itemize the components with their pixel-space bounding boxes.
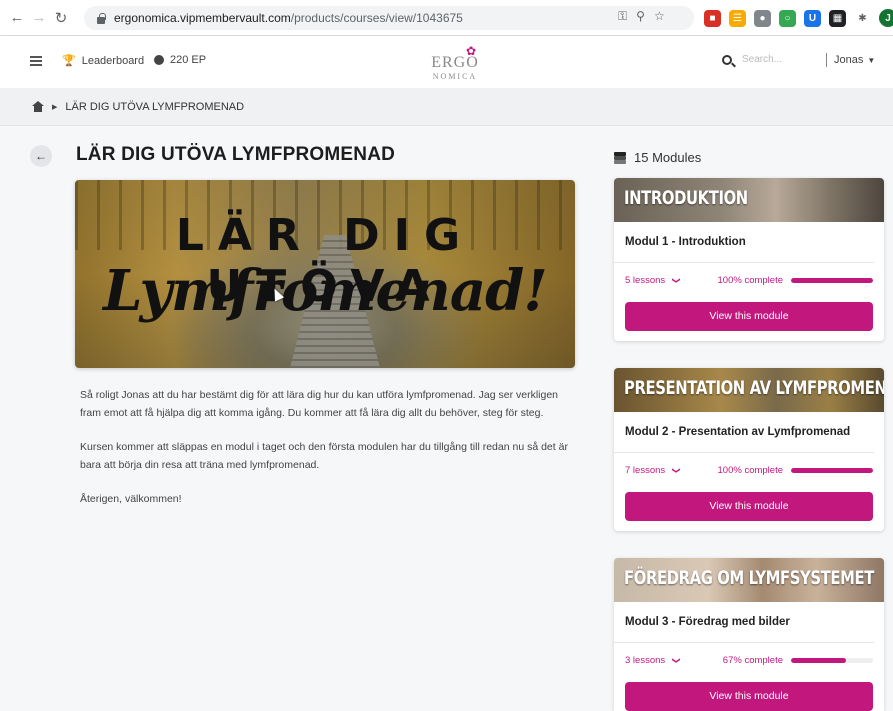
module-banner-image: PRESENTATION AV LYMFPROMENAD — [614, 368, 884, 412]
chevron-down-icon: ❯ — [671, 277, 681, 284]
extension-green-icon[interactable]: ○ — [779, 9, 796, 27]
view-module-button[interactable]: View this module — [625, 682, 873, 711]
module-banner-text: FÖREDRAG OM LYMFSYSTEMET — [624, 567, 874, 589]
lessons-count: 3 lessons — [625, 655, 666, 666]
module-meta: 3 lessons ❯ 67% complete — [614, 643, 884, 666]
user-menu[interactable]: Jonas ▼ — [834, 54, 875, 66]
chevron-down-icon: ❯ — [671, 657, 681, 664]
extension-bulb-icon[interactable]: ● — [754, 9, 771, 27]
module-title: Modul 2 - Presentation av Lymfpromenad — [614, 412, 874, 453]
browser-back-icon[interactable]: ← — [6, 7, 28, 29]
modules-count: 15 Modules — [614, 150, 701, 165]
progress-fill — [791, 658, 846, 663]
module-title: Modul 1 - Introduktion — [614, 222, 874, 263]
chevron-right-icon: ▶ — [52, 103, 58, 111]
back-arrow-button[interactable]: ← — [30, 145, 52, 167]
ergonomica-logo[interactable]: ✿ ERGO NOMICA — [420, 44, 490, 82]
ep-points[interactable]: 220 EP — [154, 54, 206, 66]
menu-hamburger-icon[interactable] — [30, 56, 42, 66]
extension-blue-icon[interactable]: U — [804, 9, 821, 27]
leaderboard-link[interactable]: 🏆 Leaderboard — [62, 54, 145, 68]
completion-label: 67% complete — [722, 655, 783, 666]
module-banner-image: INTRODUKTION — [614, 178, 884, 222]
extensions-bar: ■ ☰ ● ○ U ▦ ✱ J — [704, 9, 893, 27]
logo-main-text: ERGO — [431, 54, 479, 71]
ep-label: 220 EP — [170, 54, 207, 66]
extension-red-icon[interactable]: ■ — [704, 9, 721, 27]
page-title: LÄR DIG UTÖVA LYMFPROMENAD — [76, 144, 396, 165]
lessons-count: 5 lessons — [625, 275, 666, 286]
layers-icon — [614, 151, 626, 164]
points-icon — [154, 55, 164, 65]
course-description: Så roligt Jonas att du har bestämt dig f… — [80, 386, 570, 524]
progress-bar — [791, 658, 873, 663]
extension-layers-icon[interactable]: ☰ — [729, 9, 746, 27]
lessons-toggle[interactable]: 5 lessons ❯ — [625, 275, 681, 286]
extensions-puzzle-icon[interactable]: ✱ — [854, 9, 871, 27]
chevron-down-icon: ▼ — [867, 55, 876, 65]
profile-avatar[interactable]: J — [879, 9, 893, 27]
omnibox-actions: ⚿ ⚲ ☆ — [618, 9, 665, 24]
browser-reload-icon[interactable]: ↻ — [50, 7, 72, 29]
home-icon[interactable] — [32, 101, 44, 112]
modules-count-label: 15 Modules — [634, 150, 702, 165]
logo-flower-icon: ✿ — [466, 44, 477, 58]
description-paragraph: Kursen kommer att släppas en modul i tag… — [80, 441, 568, 471]
completion-label: 100% complete — [717, 275, 783, 286]
progress-bar — [791, 468, 873, 473]
view-module-button[interactable]: View this module — [625, 492, 873, 521]
module-card: INTRODUKTION Modul 1 - Introduktion 5 le… — [614, 178, 884, 341]
zoom-icon[interactable]: ⚲ — [636, 9, 645, 24]
module-meta: 7 lessons ❯ 100% complete — [614, 453, 884, 476]
breadcrumb-current: LÄR DIG UTÖVA LYMFPROMENAD — [65, 100, 245, 113]
lessons-toggle[interactable]: 3 lessons ❯ — [625, 655, 681, 666]
progress-fill — [791, 468, 873, 473]
header-divider — [826, 53, 827, 67]
module-card: PRESENTATION AV LYMFPROMENAD Modul 2 - P… — [614, 368, 884, 531]
completion-label: 100% complete — [717, 465, 783, 476]
trophy-icon: 🏆 — [62, 55, 76, 67]
view-module-button[interactable]: View this module — [625, 302, 873, 331]
search-box — [722, 54, 812, 65]
address-bar[interactable]: ergonomica.vipmembervault.com/products/c… — [84, 6, 694, 30]
app-header: 🏆 Leaderboard 220 EP ✿ ERGO NOMICA Jonas… — [0, 36, 893, 88]
progress-bar — [791, 278, 873, 283]
module-card: FÖREDRAG OM LYMFSYSTEMET Modul 3 - Föred… — [614, 558, 884, 711]
progress-fill — [791, 278, 873, 283]
module-banner-image: FÖREDRAG OM LYMFSYSTEMET — [614, 558, 884, 602]
module-banner-text: PRESENTATION AV LYMFPROMENAD — [624, 377, 884, 399]
bookmark-star-icon[interactable]: ☆ — [654, 9, 665, 24]
key-icon[interactable]: ⚿ — [618, 9, 627, 24]
module-meta: 5 lessons ❯ 100% complete — [614, 263, 884, 286]
search-input[interactable] — [742, 54, 812, 65]
course-hero-image: LÄR DIG UTÖVA Lymfromenad! — [75, 180, 575, 368]
lock-icon — [96, 12, 106, 24]
user-name: Jonas — [834, 54, 864, 66]
url-host: ergonomica.vipmembervault.com — [114, 11, 291, 25]
url-path: /products/courses/view/1043675 — [290, 11, 463, 25]
browser-forward-icon[interactable]: → — [28, 7, 50, 29]
lessons-count: 7 lessons — [625, 465, 666, 476]
module-title: Modul 3 - Föredrag med bilder — [614, 602, 874, 643]
leaderboard-label: Leaderboard — [81, 54, 145, 67]
chevron-down-icon: ❯ — [671, 467, 681, 474]
description-paragraph: Så roligt Jonas att du har bestämt dig f… — [80, 389, 559, 419]
logo-sub-text: NOMICA — [432, 72, 478, 81]
extension-dark-icon[interactable]: ▦ — [829, 9, 846, 27]
module-banner-text: INTRODUKTION — [624, 187, 748, 209]
breadcrumb: ▶ LÄR DIG UTÖVA LYMFPROMENAD — [0, 88, 893, 126]
browser-toolbar: ← → ↻ ergonomica.vipmembervault.com/prod… — [0, 0, 893, 36]
hero-title-line2: Lymfromenad! — [103, 258, 548, 324]
description-paragraph: Återigen, välkommen! — [80, 493, 182, 505]
lessons-toggle[interactable]: 7 lessons ❯ — [625, 465, 681, 476]
search-icon[interactable] — [722, 54, 732, 65]
